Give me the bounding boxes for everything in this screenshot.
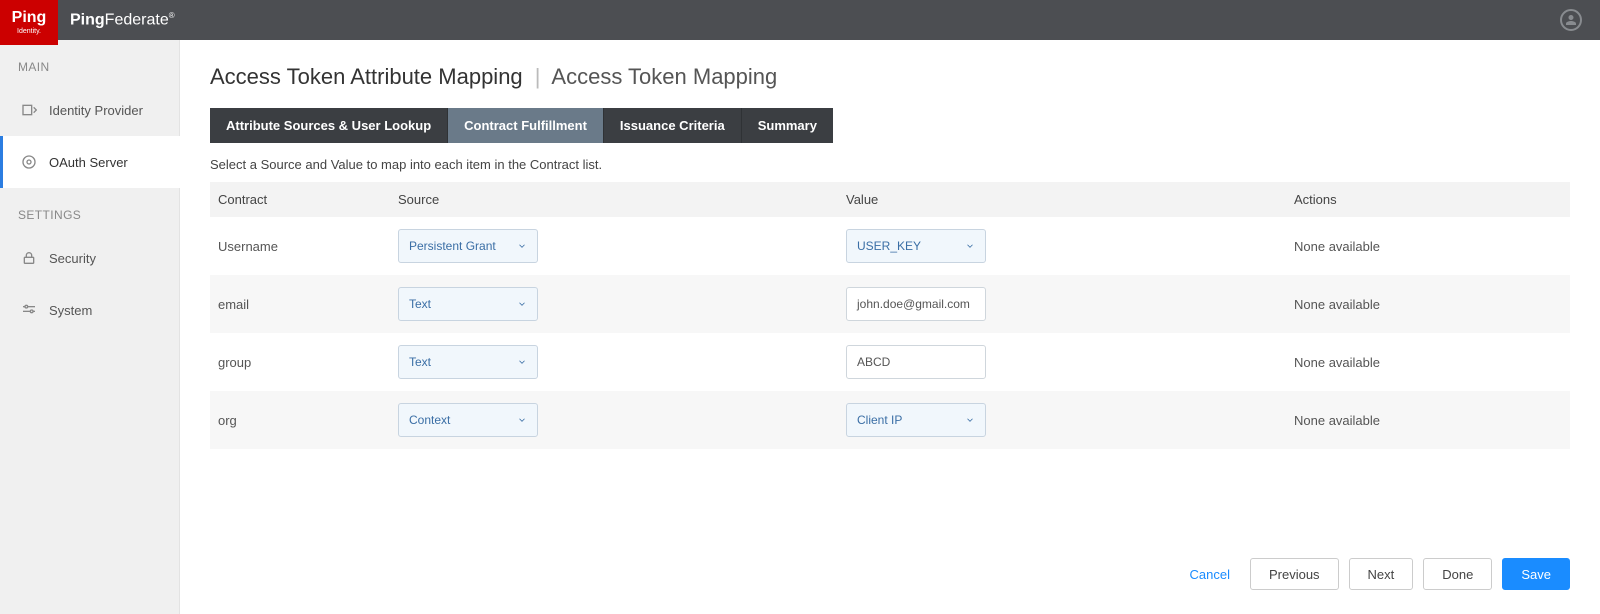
table-row: groupText ABCD None available xyxy=(210,333,1570,391)
source-cell: Text xyxy=(390,275,838,333)
brand-logo-bottom: Identity. xyxy=(17,28,41,35)
source-select[interactable]: Text xyxy=(398,345,538,379)
value-cell: Client IP xyxy=(838,391,1286,449)
contract-cell: email xyxy=(210,275,390,333)
contract-table: Contract Source Value Actions UsernamePe… xyxy=(210,182,1570,449)
breadcrumb-part2: Access Token Mapping xyxy=(551,64,777,89)
step-tabs: Attribute Sources & User Lookup Contract… xyxy=(210,108,1570,143)
actions-cell: None available xyxy=(1286,275,1570,333)
chevron-down-icon xyxy=(517,357,527,367)
sidebar-item-system[interactable]: System xyxy=(0,284,179,336)
brand-logo: Ping Identity. xyxy=(0,0,58,45)
source-cell: Persistent Grant xyxy=(390,217,838,275)
user-icon xyxy=(1565,14,1577,26)
chevron-down-icon xyxy=(965,415,975,425)
chevron-down-icon xyxy=(965,241,975,251)
top-bar: Ping Identity. PingFederate® xyxy=(0,0,1600,40)
sidebar-item-oauth-server[interactable]: OAuth Server xyxy=(0,136,179,188)
sidebar-item-label: Security xyxy=(49,251,96,266)
sidebar-item-identity-provider[interactable]: Identity Provider xyxy=(0,84,179,136)
contract-cell: Username xyxy=(210,217,390,275)
breadcrumb-part1: Access Token Attribute Mapping xyxy=(210,64,523,89)
value-select[interactable]: USER_KEY xyxy=(846,229,986,263)
save-button[interactable]: Save xyxy=(1502,558,1570,590)
breadcrumb-sep: | xyxy=(535,64,541,89)
chevron-down-icon xyxy=(517,299,527,309)
source-cell: Context xyxy=(390,391,838,449)
cancel-link[interactable]: Cancel xyxy=(1190,567,1230,582)
value-cell: USER_KEY xyxy=(838,217,1286,275)
sidebar-item-label: System xyxy=(49,303,92,318)
value-cell: john.doe@gmail.com xyxy=(838,275,1286,333)
user-menu[interactable] xyxy=(1560,9,1582,31)
value-select[interactable]: Client IP xyxy=(846,403,986,437)
oauth-icon xyxy=(21,154,37,170)
source-cell: Text xyxy=(390,333,838,391)
breadcrumb: Access Token Attribute Mapping | Access … xyxy=(210,64,1570,90)
col-contract: Contract xyxy=(210,182,390,217)
col-value: Value xyxy=(838,182,1286,217)
idp-icon xyxy=(21,102,37,118)
col-actions: Actions xyxy=(1286,182,1570,217)
contract-cell: org xyxy=(210,391,390,449)
col-source: Source xyxy=(390,182,838,217)
sidebar-item-label: Identity Provider xyxy=(49,103,143,118)
lock-icon xyxy=(21,250,37,266)
product-name: PingFederate® xyxy=(70,11,175,29)
actions-cell: None available xyxy=(1286,333,1570,391)
brand-logo-top: Ping xyxy=(12,10,47,26)
value-input[interactable]: ABCD xyxy=(846,345,986,379)
tab-contract-fulfillment[interactable]: Contract Fulfillment xyxy=(448,108,604,143)
helper-text: Select a Source and Value to map into ea… xyxy=(210,157,1570,172)
sidebar-section-settings: SETTINGS xyxy=(0,188,179,232)
table-row: orgContext Client IP None available xyxy=(210,391,1570,449)
table-row: UsernamePersistent Grant USER_KEY None ava… xyxy=(210,217,1570,275)
chevron-down-icon xyxy=(517,415,527,425)
source-select[interactable]: Persistent Grant xyxy=(398,229,538,263)
table-row: emailText john.doe@gmail.com None availabl… xyxy=(210,275,1570,333)
sidebar-item-label: OAuth Server xyxy=(49,155,128,170)
value-input[interactable]: john.doe@gmail.com xyxy=(846,287,986,321)
value-cell: ABCD xyxy=(838,333,1286,391)
sidebar: MAIN Identity Provider OAuth Server SETT… xyxy=(0,40,180,614)
chevron-down-icon xyxy=(517,241,527,251)
contract-cell: group xyxy=(210,333,390,391)
sliders-icon xyxy=(21,302,37,318)
actions-cell: None available xyxy=(1286,217,1570,275)
source-select[interactable]: Context xyxy=(398,403,538,437)
main-content: Access Token Attribute Mapping | Access … xyxy=(180,40,1600,614)
tab-attribute-sources[interactable]: Attribute Sources & User Lookup xyxy=(210,108,448,143)
source-select[interactable]: Text xyxy=(398,287,538,321)
footer-actions: Cancel Previous Next Done Save xyxy=(210,540,1570,614)
previous-button[interactable]: Previous xyxy=(1250,558,1339,590)
tab-summary[interactable]: Summary xyxy=(742,108,833,143)
sidebar-section-main: MAIN xyxy=(0,40,179,84)
tab-issuance-criteria[interactable]: Issuance Criteria xyxy=(604,108,742,143)
sidebar-item-security[interactable]: Security xyxy=(0,232,179,284)
done-button[interactable]: Done xyxy=(1423,558,1492,590)
actions-cell: None available xyxy=(1286,391,1570,449)
next-button[interactable]: Next xyxy=(1349,558,1414,590)
